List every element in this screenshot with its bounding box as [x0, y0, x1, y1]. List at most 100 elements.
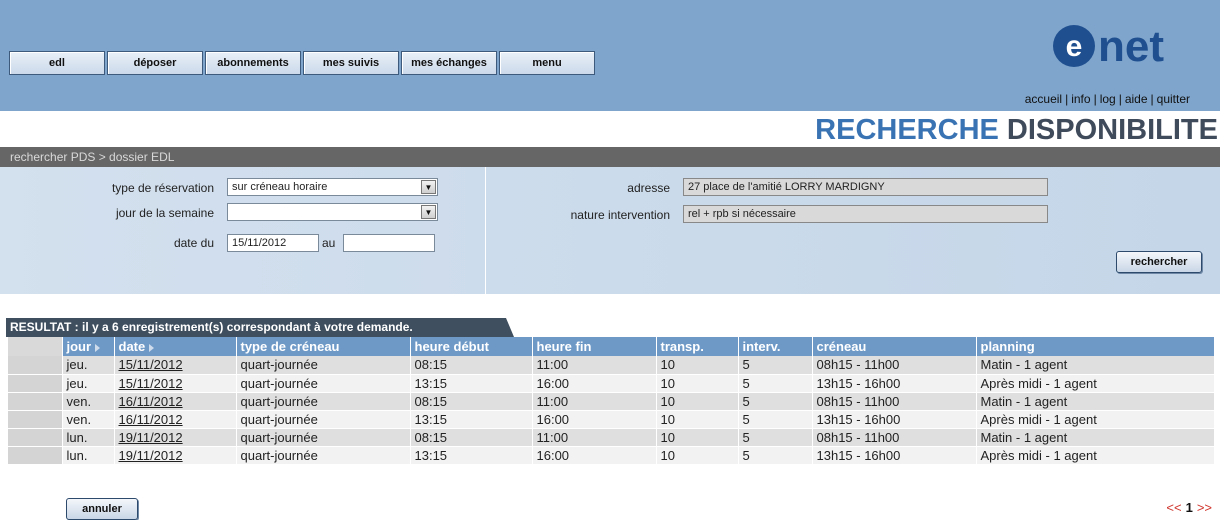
- col-date-label: date: [118, 339, 146, 354]
- table-row[interactable]: lun. 19/11/2012 quart-journée 08:15 11:0…: [8, 428, 1215, 447]
- cell-creneau: 08h15 - 11h00: [812, 428, 977, 447]
- search-button[interactable]: rechercher: [1116, 251, 1202, 273]
- cell-type: quart-journée: [236, 356, 411, 375]
- cell-creneau: 13h15 - 16h00: [812, 410, 977, 429]
- next-page-icon[interactable]: >>: [1197, 500, 1212, 515]
- reservation-type-value: sur créneau horaire: [232, 181, 328, 193]
- nav-menu-button[interactable]: menu: [499, 51, 595, 75]
- col-jour[interactable]: jour: [62, 337, 115, 356]
- cell-planning: Matin - 1 agent: [976, 392, 1215, 411]
- date-link[interactable]: 19/11/2012: [119, 448, 183, 463]
- date-link[interactable]: 16/11/2012: [119, 412, 183, 427]
- col-date[interactable]: date: [114, 337, 237, 356]
- address-label: adresse: [627, 181, 670, 195]
- cell-planning: Après midi - 1 agent: [976, 446, 1215, 465]
- cell-heure-fin: 16:00: [532, 446, 657, 465]
- reservation-type-label: type de réservation: [111, 181, 214, 195]
- svg-text:e: e: [1066, 30, 1083, 63]
- col-type-creneau: type de créneau: [236, 337, 411, 356]
- col-planning: planning: [976, 337, 1215, 356]
- table-row[interactable]: ven. 16/11/2012 quart-journée 08:15 11:0…: [8, 392, 1215, 411]
- cell-jour: ven.: [62, 392, 115, 411]
- date-link[interactable]: 15/11/2012: [119, 376, 183, 391]
- weekday-select[interactable]: ▼: [227, 203, 438, 221]
- reservation-type-select[interactable]: sur créneau horaire ▼: [227, 178, 438, 196]
- cell-jour: jeu.: [62, 356, 115, 375]
- cell-heure-debut: 08:15: [410, 392, 533, 411]
- cell-heure-debut: 13:15: [410, 446, 533, 465]
- breadcrumb-bar: rechercher PDS > dossier EDL: [0, 147, 1220, 167]
- cell-heure-fin: 11:00: [532, 356, 657, 375]
- breadcrumb: rechercher PDS > dossier EDL: [10, 150, 175, 164]
- row-gutter: [8, 410, 63, 429]
- intervention-field: rel + rpb si nécessaire: [683, 205, 1048, 223]
- top-links: accueil | info | log | aide | quitter: [1024, 92, 1190, 106]
- link-aide[interactable]: aide: [1125, 92, 1148, 106]
- intervention-label: nature intervention: [570, 208, 670, 222]
- page-title: RECHERCHE DISPONIBILITE: [815, 114, 1218, 147]
- cell-creneau: 13h15 - 16h00: [812, 446, 977, 465]
- cell-transp: 10: [656, 428, 739, 447]
- cell-creneau: 13h15 - 16h00: [812, 374, 977, 393]
- address-field: 27 place de l'amitié LORRY MARDIGNY: [683, 178, 1048, 196]
- dropdown-arrow-icon[interactable]: ▼: [421, 180, 436, 194]
- sort-arrow-icon[interactable]: [149, 343, 155, 352]
- table-row[interactable]: ven. 16/11/2012 quart-journée 13:15 16:0…: [8, 410, 1215, 429]
- cell-heure-debut: 08:15: [410, 356, 533, 375]
- link-log[interactable]: log: [1100, 92, 1116, 106]
- prev-page-icon[interactable]: <<: [1166, 500, 1181, 515]
- col-jour-label: jour: [66, 339, 92, 354]
- nav-mes-echanges-button[interactable]: mes échanges: [401, 51, 497, 75]
- cell-jour: ven.: [62, 410, 115, 429]
- svg-text:net: net: [1098, 22, 1164, 71]
- date-from-label: date du: [173, 236, 214, 250]
- dropdown-arrow-icon[interactable]: ▼: [421, 205, 436, 219]
- col-creneau: créneau: [812, 337, 977, 356]
- cell-type: quart-journée: [236, 410, 411, 429]
- cell-type: quart-journée: [236, 392, 411, 411]
- nav-abonnements-button[interactable]: abonnements: [205, 51, 301, 75]
- col-heure-debut: heure début: [410, 337, 533, 356]
- cell-type: quart-journée: [236, 446, 411, 465]
- nav-edl-button[interactable]: edl: [9, 51, 105, 75]
- col-interv: interv.: [738, 337, 813, 356]
- page-title-part2: DISPONIBILITE: [1006, 114, 1218, 146]
- enet-logo: e net: [1053, 22, 1164, 71]
- current-page[interactable]: 1: [1186, 500, 1193, 515]
- cell-heure-fin: 16:00: [532, 374, 657, 393]
- link-quitter[interactable]: quitter: [1157, 92, 1190, 106]
- date-link[interactable]: 16/11/2012: [119, 394, 183, 409]
- cell-transp: 10: [656, 446, 739, 465]
- cell-heure-fin: 16:00: [532, 410, 657, 429]
- nav-mes-suivis-button[interactable]: mes suivis: [303, 51, 399, 75]
- cell-transp: 10: [656, 410, 739, 429]
- date-to-input[interactable]: [343, 234, 435, 252]
- cell-date: 19/11/2012: [114, 446, 237, 465]
- cell-transp: 10: [656, 374, 739, 393]
- sort-arrow-icon[interactable]: [95, 343, 101, 352]
- table-row[interactable]: jeu. 15/11/2012 quart-journée 08:15 11:0…: [8, 356, 1215, 375]
- weekday-label: jour de la semaine: [115, 206, 214, 220]
- cell-interv: 5: [738, 374, 813, 393]
- date-link[interactable]: 19/11/2012: [119, 430, 183, 445]
- date-link[interactable]: 15/11/2012: [119, 357, 183, 372]
- link-accueil[interactable]: accueil: [1025, 92, 1062, 106]
- cell-interv: 5: [738, 428, 813, 447]
- table-row[interactable]: jeu. 15/11/2012 quart-journée 13:15 16:0…: [8, 374, 1215, 393]
- row-gutter: [8, 428, 63, 447]
- cell-date: 16/11/2012: [114, 392, 237, 411]
- cell-transp: 10: [656, 356, 739, 375]
- cell-heure-debut: 13:15: [410, 374, 533, 393]
- date-from-input[interactable]: 15/11/2012: [227, 234, 319, 252]
- row-gutter: [8, 374, 63, 393]
- link-info[interactable]: info: [1071, 92, 1090, 106]
- cell-interv: 5: [738, 356, 813, 375]
- cell-planning: Après midi - 1 agent: [976, 410, 1215, 429]
- nav-deposer-button[interactable]: déposer: [107, 51, 203, 75]
- cancel-button[interactable]: annuler: [66, 498, 138, 520]
- cell-date: 19/11/2012: [114, 428, 237, 447]
- page-title-part1: RECHERCHE: [815, 114, 999, 146]
- form-divider: [485, 167, 486, 294]
- table-row[interactable]: lun. 19/11/2012 quart-journée 13:15 16:0…: [8, 446, 1215, 465]
- table-header-row: jour date type de créneau heure début he…: [8, 337, 1215, 356]
